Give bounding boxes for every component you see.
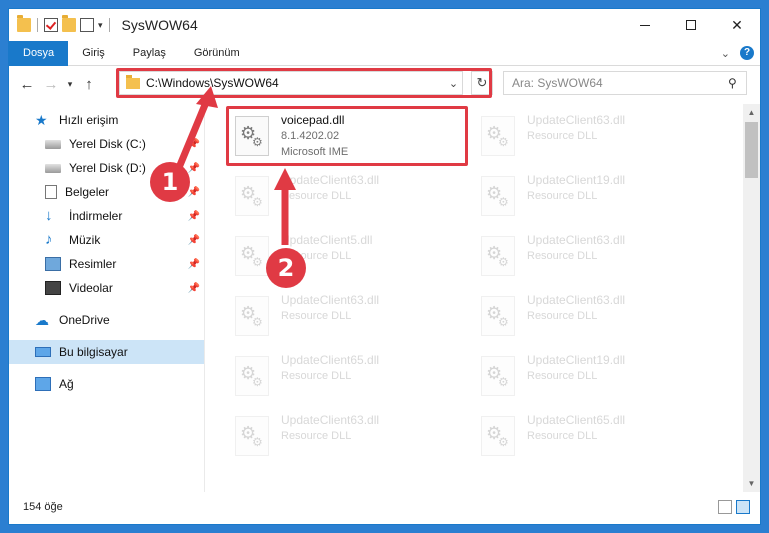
arrow-step1-head [196,86,218,108]
annotation-arrows [174,86,296,245]
arrow-step1-line [174,98,211,172]
step-badge-1: 1 [150,162,190,202]
step-badge-2: 2 [266,248,306,288]
arrow-step2-head [274,168,296,190]
